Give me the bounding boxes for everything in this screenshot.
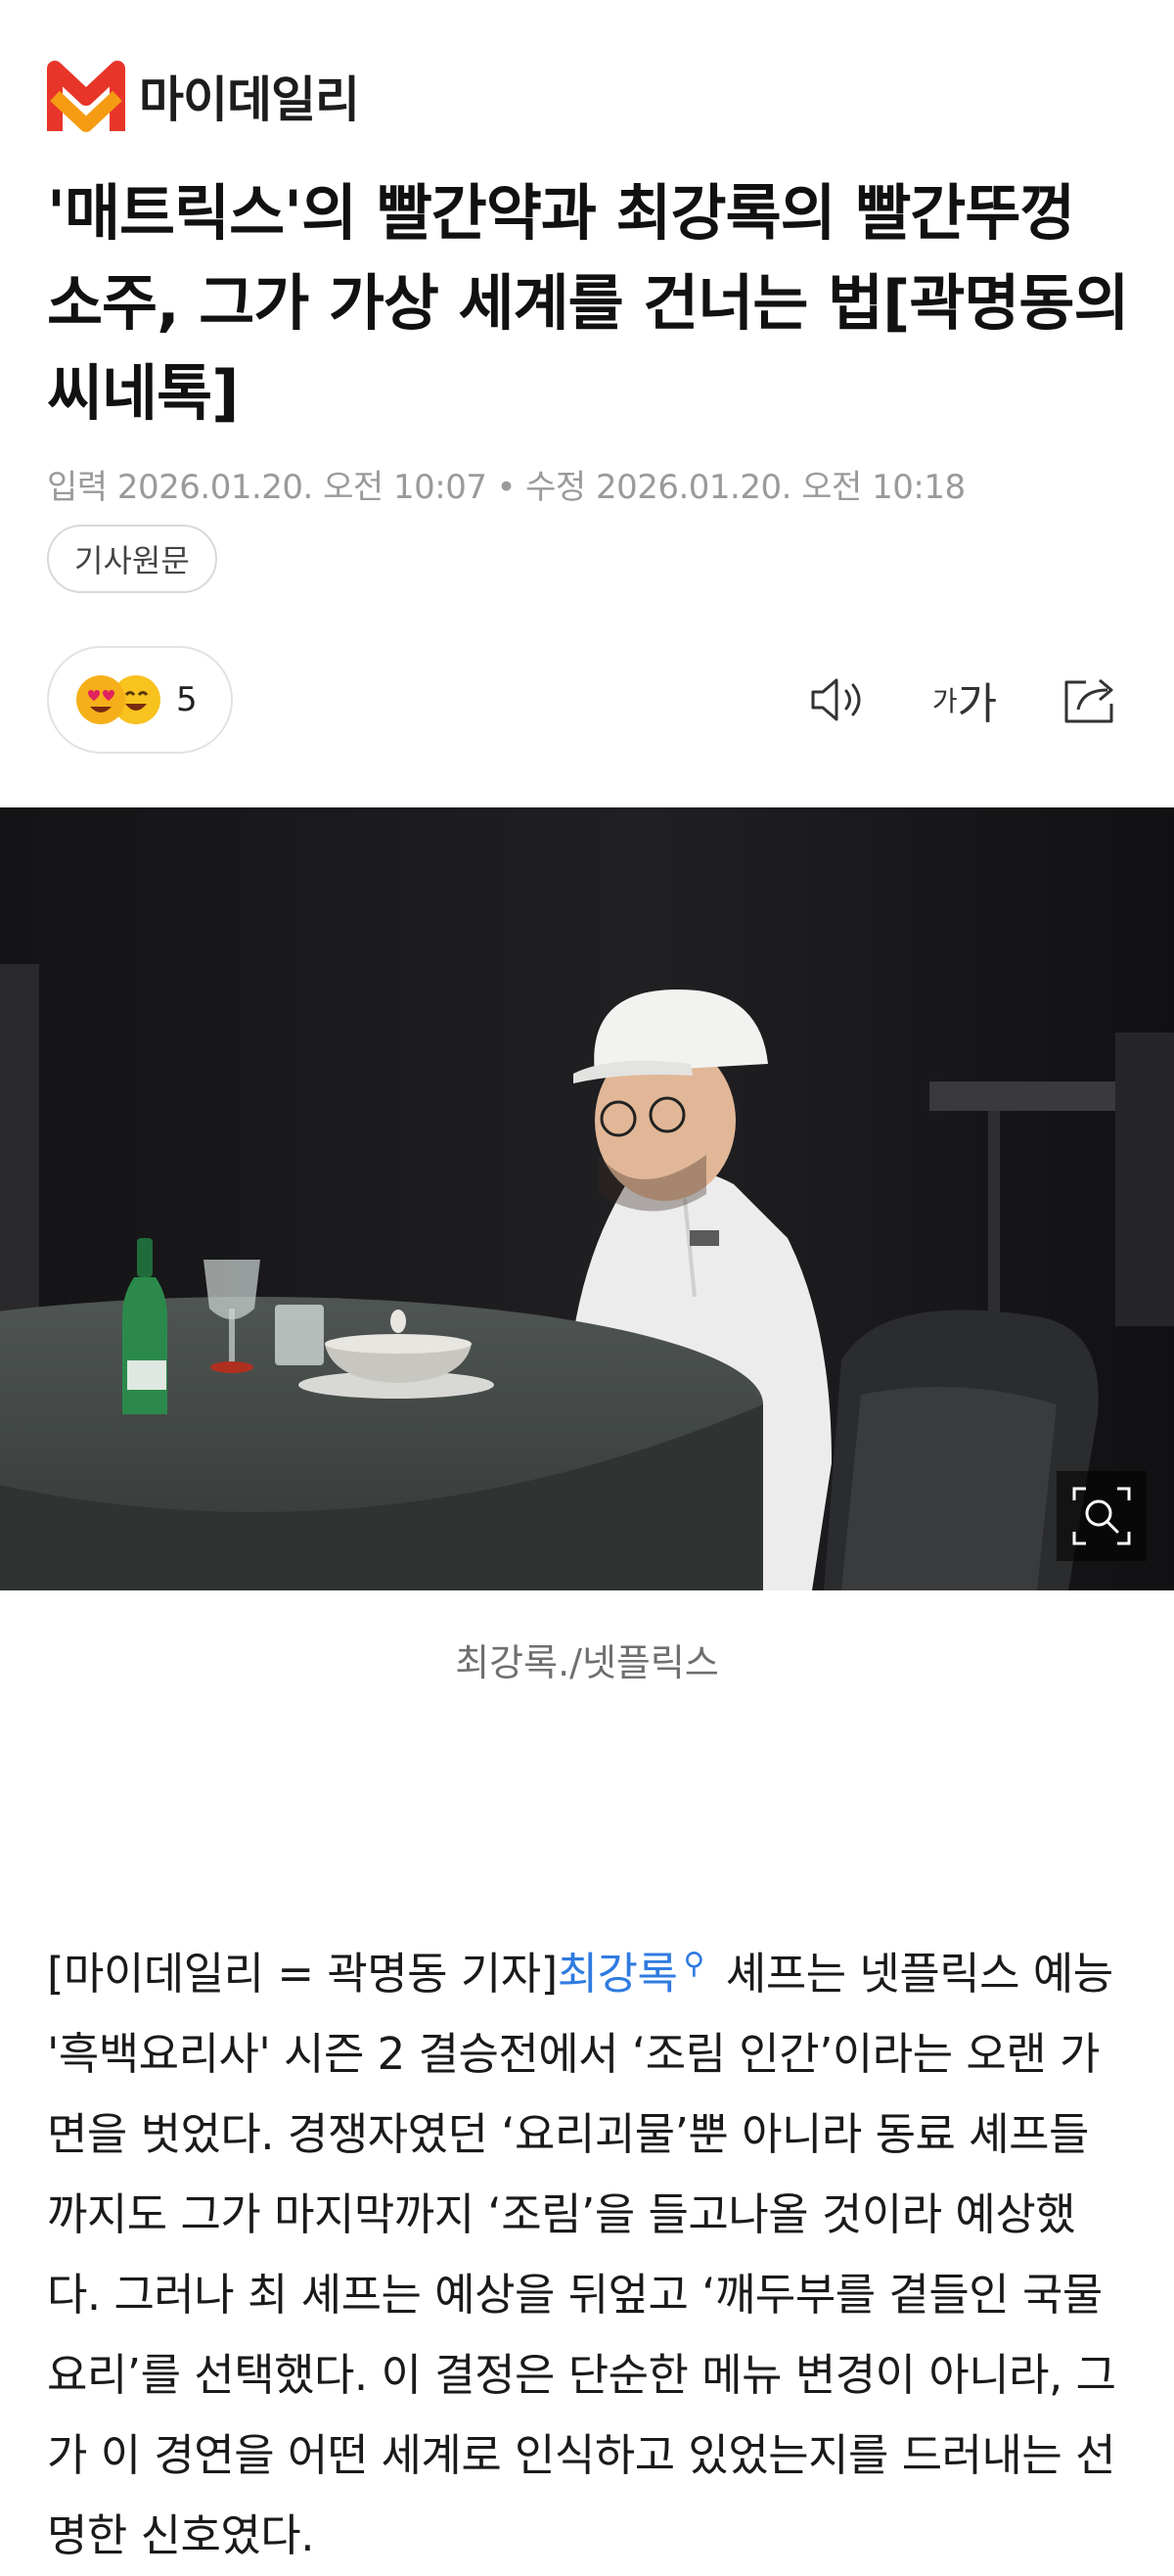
font-size-button[interactable]: 가가 — [924, 661, 1006, 739]
speaker-icon — [811, 678, 861, 721]
site-logo[interactable]: 마이데일리 — [47, 47, 360, 145]
font-small-label: 가 — [931, 685, 958, 717]
article-page: 마이데일리 '매트릭스'의 빨간약과 최강록의 빨간뚜껑 소주, 그가 가상 세… — [0, 0, 1174, 2575]
photo-zoom-button[interactable] — [1057, 1471, 1147, 1561]
date-separator: • — [496, 468, 517, 507]
zoom-search-icon — [1072, 1487, 1131, 1545]
reaction-count: 5 — [176, 680, 198, 719]
listen-button[interactable] — [798, 661, 880, 739]
article-toolbar: 가가 — [755, 661, 1131, 739]
article-title: '매트릭스'의 빨간약과 최강록의 빨간뚜껑 소주, 그가 가상 세계를 건너는… — [47, 177, 1130, 429]
person-link[interactable]: 최강록 — [558, 1948, 678, 2000]
mini-search-icon[interactable]: ⚲ — [683, 1947, 704, 1981]
article-photo[interactable] — [0, 807, 1174, 1590]
original-article-button[interactable]: 기사원문 — [47, 525, 217, 593]
reaction-button[interactable]: 5 — [47, 646, 233, 754]
body-lead: [마이데일리 = 곽명동 기자] — [47, 1948, 558, 2000]
article-dates: 입력 2026.01.20. 오전 10:07 • 수정 2026.01.20. 오… — [47, 460, 966, 508]
edit-date: 수정 2026.01.20. 오전 10:18 — [525, 468, 966, 507]
mydaily-logo-icon — [47, 61, 125, 132]
font-large-label: 가 — [957, 679, 998, 729]
input-date: 입력 2026.01.20. 오전 10:07 — [47, 468, 487, 507]
article-body: [마이데일리 = 곽명동 기자]최강록 ⚲ 셰프는 넷플릭스 예능 '흑백요리사' … — [47, 1924, 1127, 2576]
photo-caption: 최강록./넷플릭스 — [455, 1641, 719, 1684]
share-icon — [1064, 678, 1113, 723]
original-article-label: 기사원문 — [74, 542, 190, 579]
body-rest: 셰프는 넷플릭스 예능 '흑백요리사' 시즌 2 결승전에서 ‘조림 인간’이라… — [47, 1948, 1116, 2561]
share-button[interactable] — [1049, 661, 1131, 739]
logo-text: 마이데일리 — [139, 71, 360, 128]
heart-eyes-emoji-icon — [76, 675, 125, 724]
chef-at-table-image — [0, 807, 1174, 1590]
